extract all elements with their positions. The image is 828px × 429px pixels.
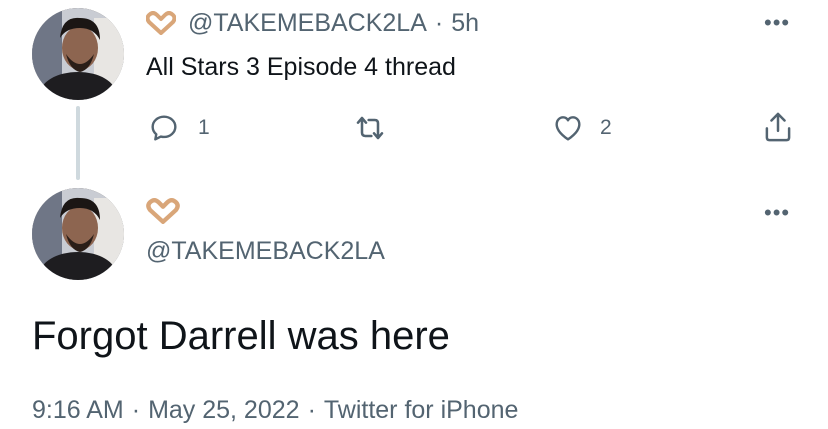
retweet-button[interactable] <box>352 112 388 144</box>
separator-dot: · <box>434 9 444 37</box>
reply-button[interactable]: 1 <box>148 112 210 144</box>
reply-icon <box>151 115 177 141</box>
display-name[interactable] <box>146 198 180 229</box>
avatar[interactable] <box>32 8 124 100</box>
tweet-time[interactable]: 9:16 AM <box>32 396 124 425</box>
tweet-meta: 9:16 AM · May 25, 2022 · Twitter for iPh… <box>32 396 518 425</box>
user-handle[interactable]: @TAKEMEBACK2LA <box>188 8 427 38</box>
tweet-time[interactable]: 5h <box>451 8 479 38</box>
avatar[interactable] <box>32 188 124 280</box>
heart-hands-emoji <box>146 198 180 224</box>
user-handle[interactable]: @TAKEMEBACK2LA <box>146 236 385 266</box>
reply-count: 1 <box>198 116 210 139</box>
like-count: 2 <box>600 116 612 139</box>
avatar-photo <box>32 8 124 100</box>
like-button[interactable]: 2 <box>552 112 612 144</box>
tweet-text: Forgot Darrell was here <box>32 314 450 358</box>
more-icon[interactable]: ••• <box>764 200 790 226</box>
tweet-source[interactable]: Twitter for iPhone <box>324 396 519 425</box>
thread-connector-line <box>76 106 80 180</box>
share-icon <box>765 112 791 142</box>
share-button[interactable] <box>762 110 794 144</box>
separator-dot: · <box>131 396 141 424</box>
separator-dot: · <box>307 396 316 424</box>
tweet-text: All Stars 3 Episode 4 thread <box>146 53 456 81</box>
like-icon <box>555 116 581 141</box>
retweet-icon <box>356 116 384 140</box>
heart-hands-emoji <box>146 11 176 35</box>
tweet-header: @TAKEMEBACK2LA · 5h <box>146 8 479 38</box>
tweet-date[interactable]: May 25, 2022 <box>148 396 300 425</box>
more-icon[interactable]: ••• <box>764 10 790 36</box>
avatar-photo <box>32 188 124 280</box>
